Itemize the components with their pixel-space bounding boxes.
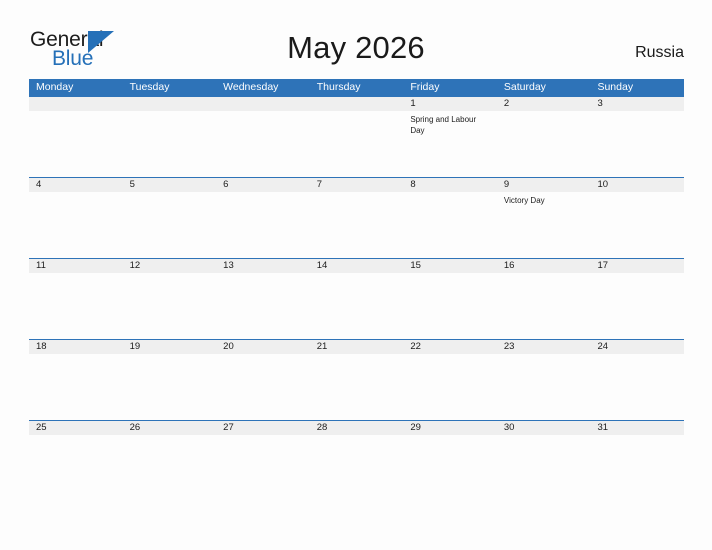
day-number[interactable]: 20 bbox=[216, 340, 310, 354]
weekday-header-tuesday: Tuesday bbox=[129, 81, 170, 93]
day-number[interactable]: 29 bbox=[403, 421, 497, 435]
day-number[interactable] bbox=[29, 97, 123, 111]
day-number[interactable]: 15 bbox=[403, 259, 497, 273]
day-event bbox=[123, 273, 217, 339]
day-number[interactable]: 6 bbox=[216, 178, 310, 192]
day-number[interactable]: 28 bbox=[310, 421, 404, 435]
day-number[interactable]: 27 bbox=[216, 421, 310, 435]
week-row: 1 2 3 Spring and Labour Day bbox=[29, 96, 684, 177]
week-date-band: 11 12 13 14 15 16 17 bbox=[29, 259, 684, 273]
day-event: Victory Day bbox=[503, 196, 545, 205]
week-date-band: 1 2 3 bbox=[29, 97, 684, 111]
day-event bbox=[590, 435, 684, 501]
week-row: 25 26 27 28 29 30 31 bbox=[29, 420, 684, 501]
day-event bbox=[123, 192, 217, 258]
day-number[interactable]: 5 bbox=[123, 178, 217, 192]
day-number[interactable]: 9 bbox=[497, 178, 591, 192]
weekday-header-wednesday: Wednesday bbox=[223, 81, 279, 93]
country-label: Russia bbox=[635, 44, 684, 61]
day-number[interactable]: 7 bbox=[310, 178, 404, 192]
week-row: 4 5 6 7 8 9 10 Victory Day bbox=[29, 177, 684, 258]
day-number[interactable] bbox=[123, 97, 217, 111]
day-event bbox=[29, 192, 123, 258]
day-event bbox=[590, 111, 684, 177]
day-event bbox=[310, 435, 404, 501]
day-number[interactable]: 8 bbox=[403, 178, 497, 192]
day-number[interactable]: 30 bbox=[497, 421, 591, 435]
day-event bbox=[216, 435, 310, 501]
day-event: Spring and Labour Day bbox=[410, 115, 477, 135]
weekday-header-saturday: Saturday bbox=[503, 81, 546, 93]
day-event bbox=[403, 192, 497, 258]
weekday-header-friday: Friday bbox=[410, 81, 440, 93]
day-event bbox=[216, 192, 310, 258]
day-event bbox=[123, 354, 217, 420]
day-number[interactable]: 16 bbox=[497, 259, 591, 273]
day-number[interactable]: 21 bbox=[310, 340, 404, 354]
day-number[interactable]: 22 bbox=[403, 340, 497, 354]
page-title: May 2026 bbox=[287, 30, 425, 65]
calendar-grid: Monday Tuesday Wednesday Thursday Friday… bbox=[29, 79, 684, 501]
day-event bbox=[29, 354, 123, 420]
day-number[interactable]: 11 bbox=[29, 259, 123, 273]
day-event bbox=[310, 273, 404, 339]
day-event bbox=[123, 435, 217, 501]
week-date-band: 4 5 6 7 8 9 10 bbox=[29, 178, 684, 192]
day-event bbox=[216, 111, 310, 177]
page-header: General Blue May 2026 Russia bbox=[0, 0, 712, 76]
day-number[interactable]: 17 bbox=[590, 259, 684, 273]
day-number[interactable]: 31 bbox=[590, 421, 684, 435]
day-number[interactable]: 10 bbox=[590, 178, 684, 192]
day-event bbox=[497, 273, 591, 339]
day-event bbox=[29, 111, 123, 177]
calendar-page: General Blue May 2026 Russia Monday Tues… bbox=[0, 0, 712, 550]
weekday-header-thursday: Thursday bbox=[316, 81, 361, 93]
day-number[interactable]: 26 bbox=[123, 421, 217, 435]
day-event bbox=[497, 111, 591, 177]
day-number[interactable]: 19 bbox=[123, 340, 217, 354]
day-event bbox=[590, 192, 684, 258]
day-event bbox=[497, 354, 591, 420]
day-number[interactable] bbox=[216, 97, 310, 111]
day-number[interactable]: 18 bbox=[29, 340, 123, 354]
day-event bbox=[403, 354, 497, 420]
day-event bbox=[29, 273, 123, 339]
day-event bbox=[403, 435, 497, 501]
week-event-band bbox=[29, 435, 684, 501]
day-number[interactable]: 3 bbox=[590, 97, 684, 111]
day-event bbox=[403, 273, 497, 339]
weekday-header-row: Monday Tuesday Wednesday Thursday Friday… bbox=[29, 79, 684, 96]
day-number[interactable]: 4 bbox=[29, 178, 123, 192]
weekday-header-monday: Monday bbox=[36, 81, 74, 93]
week-date-band: 25 26 27 28 29 30 31 bbox=[29, 421, 684, 435]
day-number[interactable]: 14 bbox=[310, 259, 404, 273]
day-event bbox=[216, 273, 310, 339]
day-event bbox=[590, 354, 684, 420]
day-event bbox=[29, 435, 123, 501]
day-event bbox=[310, 354, 404, 420]
day-event bbox=[310, 192, 404, 258]
week-row: 18 19 20 21 22 23 24 bbox=[29, 339, 684, 420]
week-event-band bbox=[29, 354, 684, 420]
week-event-band: Victory Day bbox=[29, 192, 684, 258]
day-number[interactable]: 1 bbox=[403, 97, 497, 111]
week-event-band: Spring and Labour Day bbox=[29, 111, 684, 177]
day-event bbox=[123, 111, 217, 177]
day-number[interactable]: 12 bbox=[123, 259, 217, 273]
day-number[interactable]: 13 bbox=[216, 259, 310, 273]
day-number[interactable] bbox=[310, 97, 404, 111]
day-event bbox=[310, 111, 404, 177]
day-event bbox=[497, 435, 591, 501]
day-number[interactable]: 2 bbox=[497, 97, 591, 111]
day-number[interactable]: 23 bbox=[497, 340, 591, 354]
day-number[interactable]: 25 bbox=[29, 421, 123, 435]
day-number[interactable]: 24 bbox=[590, 340, 684, 354]
weekday-header-sunday: Sunday bbox=[597, 81, 634, 93]
week-row: 11 12 13 14 15 16 17 bbox=[29, 258, 684, 339]
week-date-band: 18 19 20 21 22 23 24 bbox=[29, 340, 684, 354]
day-event bbox=[590, 273, 684, 339]
day-event bbox=[216, 354, 310, 420]
week-event-band bbox=[29, 273, 684, 339]
